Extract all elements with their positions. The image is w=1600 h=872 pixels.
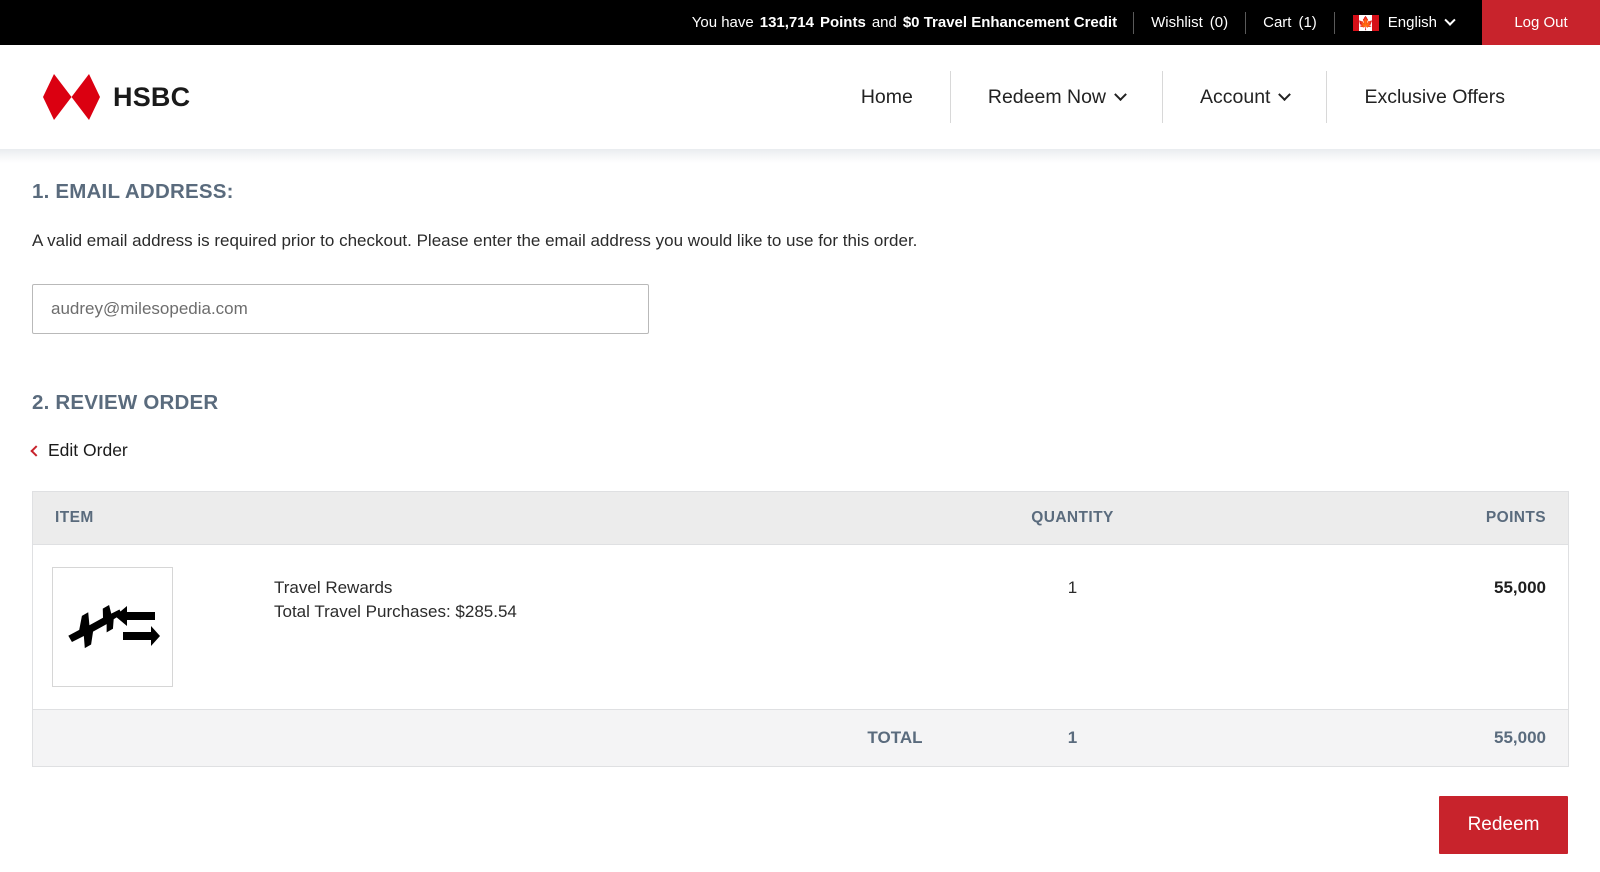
hsbc-logo-text: HSBC [113, 81, 191, 112]
column-header-item: ITEM [32, 491, 923, 545]
redeem-button[interactable]: Redeem [1439, 796, 1568, 854]
email-section-title: 1. EMAIL ADDRESS: [32, 180, 234, 203]
item-description: Travel Rewards Total Travel Purchases: $… [173, 567, 517, 624]
edit-order-label: Edit Order [48, 440, 128, 460]
item-content: Travel Rewards Total Travel Purchases: $… [52, 567, 901, 687]
review-section-title: 2. REVIEW ORDER [32, 391, 219, 414]
chevron-down-icon [1278, 87, 1292, 101]
language-label: English [1387, 14, 1437, 31]
cart-label: Cart [1263, 14, 1292, 31]
points-word: Points [819, 14, 866, 31]
nav-label: Home [860, 85, 913, 108]
checkout-content: 1. EMAIL ADDRESS: A valid email address … [0, 163, 1600, 854]
hsbc-hexagon-icon [43, 74, 100, 120]
cart-count: (1) [1298, 14, 1317, 31]
item-points: 55,000 [1494, 578, 1546, 597]
nav-label: Exclusive Offers [1364, 85, 1505, 108]
maple-leaf-glyph: 🍁 [1357, 15, 1374, 30]
total-points: 55,000 [1222, 709, 1569, 767]
total-label: TOTAL [32, 709, 923, 767]
points-value: 131,714 [759, 14, 814, 31]
total-quantity: 1 [922, 709, 1223, 767]
nav-item-exclusive-offers[interactable]: Exclusive Offers [1327, 86, 1542, 109]
email-help-text: A valid email address is required prior … [32, 231, 918, 250]
points-prefix: You have [691, 14, 754, 31]
chevron-down-icon [1114, 87, 1127, 101]
points-balance-text: You have 131,714 Points and $0 Travel En… [692, 14, 1133, 31]
travel-credit-value: $0 Travel Enhancement Credit [902, 14, 1118, 31]
table-row: Travel Rewards Total Travel Purchases: $… [33, 545, 1569, 710]
nav-label: Account [1200, 85, 1271, 108]
cart-link[interactable]: Cart (1) [1246, 14, 1334, 31]
airplane-exchange-icon [52, 567, 173, 687]
top-utility-bar-inner: You have 131,714 Points and $0 Travel En… [692, 0, 1600, 45]
wishlist-count: (0) [1209, 14, 1229, 31]
site-header: HSBC Home Redeem Now Account Exclusive O… [0, 45, 1600, 149]
table-total-row: TOTAL 1 55,000 [32, 709, 1569, 767]
and-word: and [871, 14, 897, 31]
column-header-points: POINTS [1222, 491, 1569, 545]
nav-item-account[interactable]: Account [1163, 86, 1326, 109]
item-quantity: 1 [1067, 578, 1078, 597]
nav-item-redeem-now[interactable]: Redeem Now [951, 86, 1162, 109]
table-header-row: ITEM QUANTITY POINTS [32, 491, 1569, 545]
wishlist-label: Wishlist [1151, 14, 1203, 31]
redeem-action-row: Redeem [32, 796, 1568, 854]
item-name: Travel Rewards [274, 578, 393, 597]
hsbc-logo[interactable]: HSBC [43, 74, 190, 120]
item-detail: Total Travel Purchases: $285.54 [274, 602, 517, 622]
nav-item-home[interactable]: Home [824, 86, 950, 109]
chevron-down-icon [1444, 14, 1456, 26]
language-selector[interactable]: 🍁 English [1335, 14, 1468, 31]
email-input[interactable] [32, 284, 649, 334]
main-navigation: Home Redeem Now Account Exclusive Offers [824, 71, 1600, 123]
wishlist-link[interactable]: Wishlist (0) [1134, 14, 1245, 31]
column-header-quantity: QUANTITY [922, 491, 1223, 545]
header-shadow [0, 149, 1600, 163]
canada-flag-icon: 🍁 [1352, 14, 1379, 31]
top-utility-bar: You have 131,714 Points and $0 Travel En… [0, 0, 1600, 45]
item-cell: Travel Rewards Total Travel Purchases: $… [33, 545, 923, 710]
chevron-left-icon [30, 444, 42, 457]
logout-button[interactable]: Log Out [1482, 0, 1600, 45]
order-summary-table: ITEM QUANTITY POINTS Travel Rewards Tota… [32, 491, 1569, 767]
nav-label: Redeem Now [987, 85, 1106, 108]
edit-order-link[interactable]: Edit Order [30, 440, 128, 461]
